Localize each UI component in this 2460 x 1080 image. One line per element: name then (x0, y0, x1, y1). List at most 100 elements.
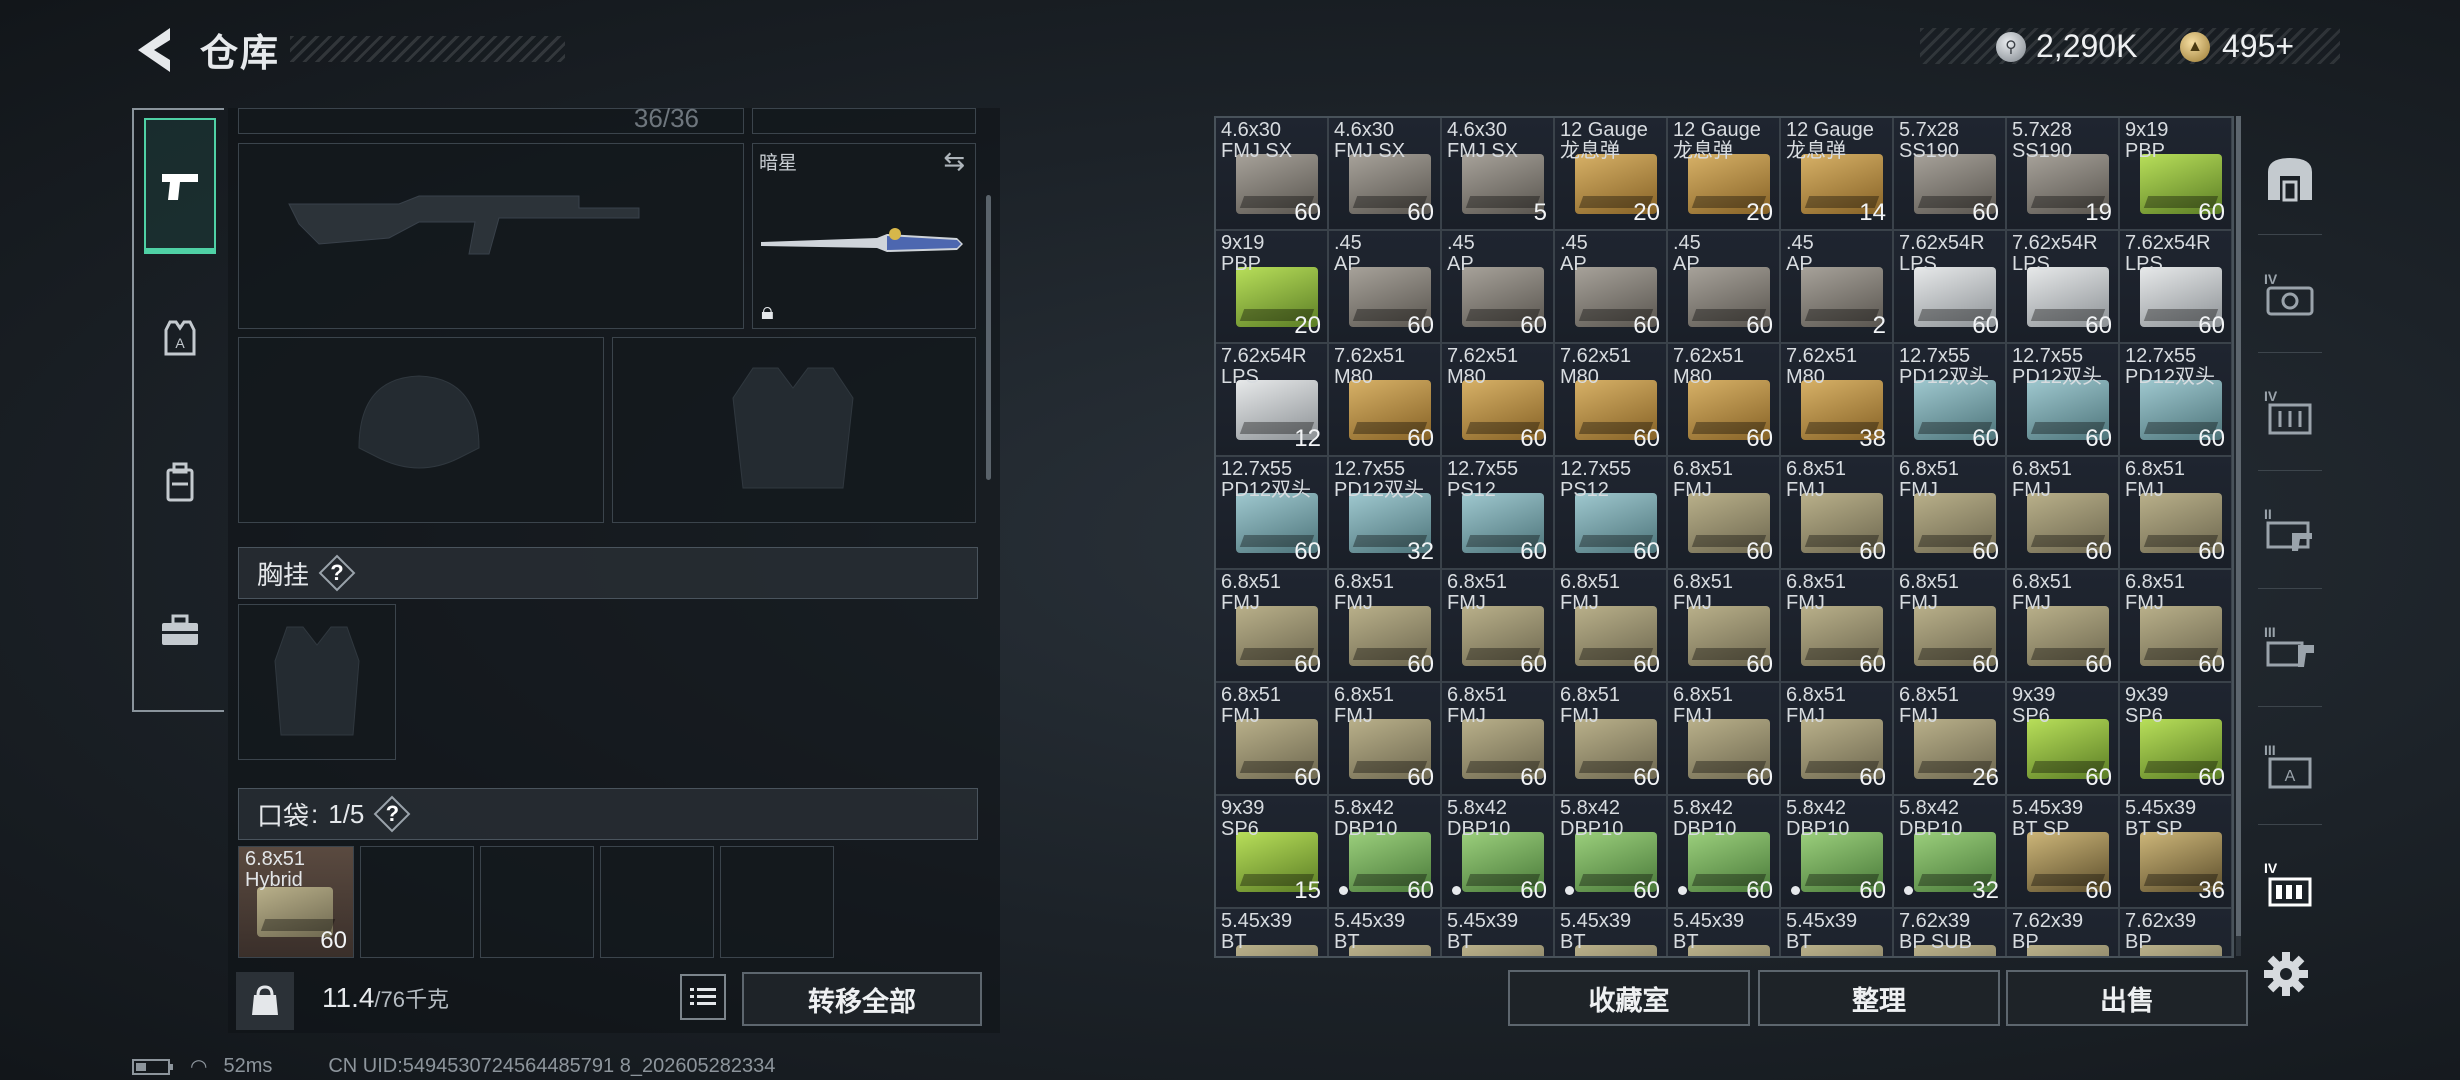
primary-weapon-slot[interactable] (238, 143, 744, 329)
pocket-slot-3[interactable] (480, 846, 594, 958)
inventory-item[interactable]: 6.8x51 FMJ 60 (1442, 683, 1553, 794)
help-icon[interactable]: ? (323, 559, 351, 587)
nav-tools[interactable] (144, 562, 216, 698)
inventory-item[interactable]: 9x39 SP6 15 (1216, 796, 1327, 907)
inventory-item[interactable]: 6.8x51 FMJ 60 (1781, 683, 1892, 794)
inventory-item[interactable]: 6.8x51 FMJ 60 (1555, 570, 1666, 681)
inventory-item[interactable]: 6.8x51 FMJ 60 (1781, 457, 1892, 568)
inventory-item[interactable]: 12.7x55 PD12双头 60 (1894, 344, 2005, 455)
transfer-all-button[interactable]: 转移全部 (742, 972, 982, 1026)
nav-backpack[interactable] (144, 415, 216, 551)
inventory-item[interactable]: 7.62x51 M80 60 (1442, 344, 1553, 455)
inventory-item[interactable]: 7.62x54R LPS 60 (1894, 231, 2005, 342)
chest-rig-slot[interactable] (238, 604, 396, 760)
inventory-item[interactable]: 6.8x51 FMJ 60 (2120, 570, 2231, 681)
inventory-item[interactable]: 6.8x51 FMJ 60 (1894, 457, 2005, 568)
category-armor-iv[interactable]: IV (2252, 245, 2328, 345)
inventory-item[interactable]: 12 Gauge 龙息弹 20 (1668, 118, 1779, 229)
collection-room-button[interactable]: 收藏室 (1508, 970, 1750, 1026)
settings-button[interactable] (2262, 950, 2310, 998)
inventory-item[interactable]: 6.8x51 FMJ 60 (1329, 683, 1440, 794)
inventory-item[interactable]: 5.8x42 DBP10 60 (1442, 796, 1553, 907)
inventory-item[interactable]: 9x19 PBP 20 (1216, 231, 1327, 342)
inventory-item[interactable]: 5.45x39 BT (1329, 909, 1440, 956)
inventory-item[interactable]: 6.8x51 FMJ 60 (1216, 570, 1327, 681)
inventory-item[interactable]: 5.45x39 BT (1555, 909, 1666, 956)
inventory-item[interactable]: 6.8x51 FMJ 60 (1668, 683, 1779, 794)
inventory-item[interactable]: .45 AP 60 (1442, 231, 1553, 342)
inventory-item[interactable]: 6.8x51 FMJ 26 (1894, 683, 2005, 794)
inventory-item[interactable]: 12 Gauge 龙息弹 14 (1781, 118, 1892, 229)
inventory-item[interactable]: 5.45x39 BT SP 36 (2120, 796, 2231, 907)
category-mag-iv[interactable]: IV (2252, 362, 2328, 462)
inventory-item[interactable]: 12.7x55 PS12 60 (1555, 457, 1666, 568)
inventory-item[interactable]: 9x19 PBP 60 (2120, 118, 2231, 229)
inventory-item[interactable]: 7.62x54R LPS 60 (2120, 231, 2231, 342)
helmet-slot[interactable] (238, 337, 604, 523)
inventory-item[interactable]: 7.62x51 M80 38 (1781, 344, 1892, 455)
inventory-item[interactable]: 12.7x55 PS12 60 (1442, 457, 1553, 568)
inventory-item[interactable]: 6.8x51 FMJ 60 (2120, 457, 2231, 568)
inventory-item[interactable]: 9x39 SP6 60 (2007, 683, 2118, 794)
inventory-item[interactable]: .45 AP 2 (1781, 231, 1892, 342)
inventory-item[interactable]: 7.62x54R LPS 12 (1216, 344, 1327, 455)
inventory-item[interactable]: 7.62x39 BP (2007, 909, 2118, 956)
inventory-item[interactable]: 5.7x28 SS190 60 (1894, 118, 2005, 229)
inventory-item[interactable]: 6.8x51 FMJ 60 (1668, 457, 1779, 568)
gold-amount[interactable]: 495+ (2222, 28, 2294, 65)
inventory-item[interactable]: 5.8x42 DBP10 60 (1668, 796, 1779, 907)
inventory-item[interactable]: 12.7x55 PD12双头 60 (2007, 344, 2118, 455)
swap-icon[interactable]: ⇆ (943, 146, 965, 177)
inventory-item[interactable]: 12.7x55 PD12双头 60 (1216, 457, 1327, 568)
nav-armor[interactable]: A (144, 270, 216, 406)
inventory-item[interactable]: 4.6x30 FMJ SX 60 (1329, 118, 1440, 229)
inventory-item[interactable]: 7.62x51 M80 60 (1329, 344, 1440, 455)
help-icon[interactable]: ? (378, 800, 406, 828)
inventory-item[interactable]: 6.8x51 FMJ 60 (1894, 570, 2005, 681)
body-armor-slot[interactable] (612, 337, 976, 523)
inventory-item[interactable]: 5.8x42 DBP10 60 (1781, 796, 1892, 907)
inventory-item[interactable]: 5.8x42 DBP10 32 (1894, 796, 2005, 907)
category-all[interactable] (2252, 128, 2328, 228)
inventory-item[interactable]: 9x39 SP6 60 (2120, 683, 2231, 794)
inventory-item[interactable]: 7.62x51 M80 60 (1668, 344, 1779, 455)
pocket-slot-1[interactable]: 6.8x51 Hybrid 60 (238, 846, 354, 958)
category-armor-iii[interactable]: III A (2252, 716, 2328, 816)
inventory-item[interactable]: 4.6x30 FMJ SX 5 (1442, 118, 1553, 229)
inventory-item[interactable]: 5.45x39 BT SP 60 (2007, 796, 2118, 907)
weight-button[interactable] (236, 972, 294, 1030)
inventory-item[interactable]: .45 AP 60 (1329, 231, 1440, 342)
inventory-item[interactable]: 5.7x28 SS190 19 (2007, 118, 2118, 229)
inventory-item[interactable]: 6.8x51 FMJ 60 (1442, 570, 1553, 681)
inventory-item[interactable]: .45 AP 60 (1555, 231, 1666, 342)
inventory-item[interactable]: 4.6x30 FMJ SX 60 (1216, 118, 1327, 229)
sort-button[interactable]: 整理 (1758, 970, 2000, 1026)
inventory-item[interactable]: 6.8x51 FMJ 60 (1668, 570, 1779, 681)
inventory-item[interactable]: 7.62x51 M80 60 (1555, 344, 1666, 455)
inventory-item[interactable]: 12.7x55 PD12双头 60 (2120, 344, 2231, 455)
pocket-slot-2[interactable] (360, 846, 474, 958)
nav-weapons[interactable] (144, 118, 216, 254)
inventory-item[interactable]: 12 Gauge 龙息弹 20 (1555, 118, 1666, 229)
inventory-item[interactable]: 7.62x39 BP (2120, 909, 2231, 956)
inventory-item[interactable]: 7.62x39 BP SUB (1894, 909, 2005, 956)
inventory-item[interactable]: 5.8x42 DBP10 60 (1555, 796, 1666, 907)
inventory-item[interactable]: 6.8x51 FMJ 60 (2007, 457, 2118, 568)
inventory-item[interactable]: 6.8x51 FMJ 60 (1216, 683, 1327, 794)
pocket-slot-4[interactable] (600, 846, 714, 958)
back-button[interactable] (130, 22, 180, 78)
inventory-item[interactable]: 7.62x54R LPS 60 (2007, 231, 2118, 342)
inventory-item[interactable]: 5.45x39 BT (1216, 909, 1327, 956)
inventory-item[interactable]: 5.45x39 BT (1668, 909, 1779, 956)
inventory-item[interactable]: .45 AP 60 (1668, 231, 1779, 342)
inventory-item[interactable]: 5.45x39 BT (1781, 909, 1892, 956)
inventory-item[interactable]: 5.45x39 BT (1442, 909, 1553, 956)
inventory-item[interactable]: 6.8x51 FMJ 60 (1329, 570, 1440, 681)
category-weapon-ii[interactable]: II (2252, 480, 2328, 580)
category-weapon-iii[interactable]: III (2252, 598, 2328, 698)
inventory-item[interactable]: 6.8x51 FMJ 60 (1781, 570, 1892, 681)
category-ammo-iv[interactable]: IV (2252, 834, 2328, 934)
sell-button[interactable]: 出售 (2006, 970, 2248, 1026)
inventory-item[interactable]: 6.8x51 FMJ 60 (2007, 570, 2118, 681)
inventory-item[interactable]: 5.8x42 DBP10 60 (1329, 796, 1440, 907)
